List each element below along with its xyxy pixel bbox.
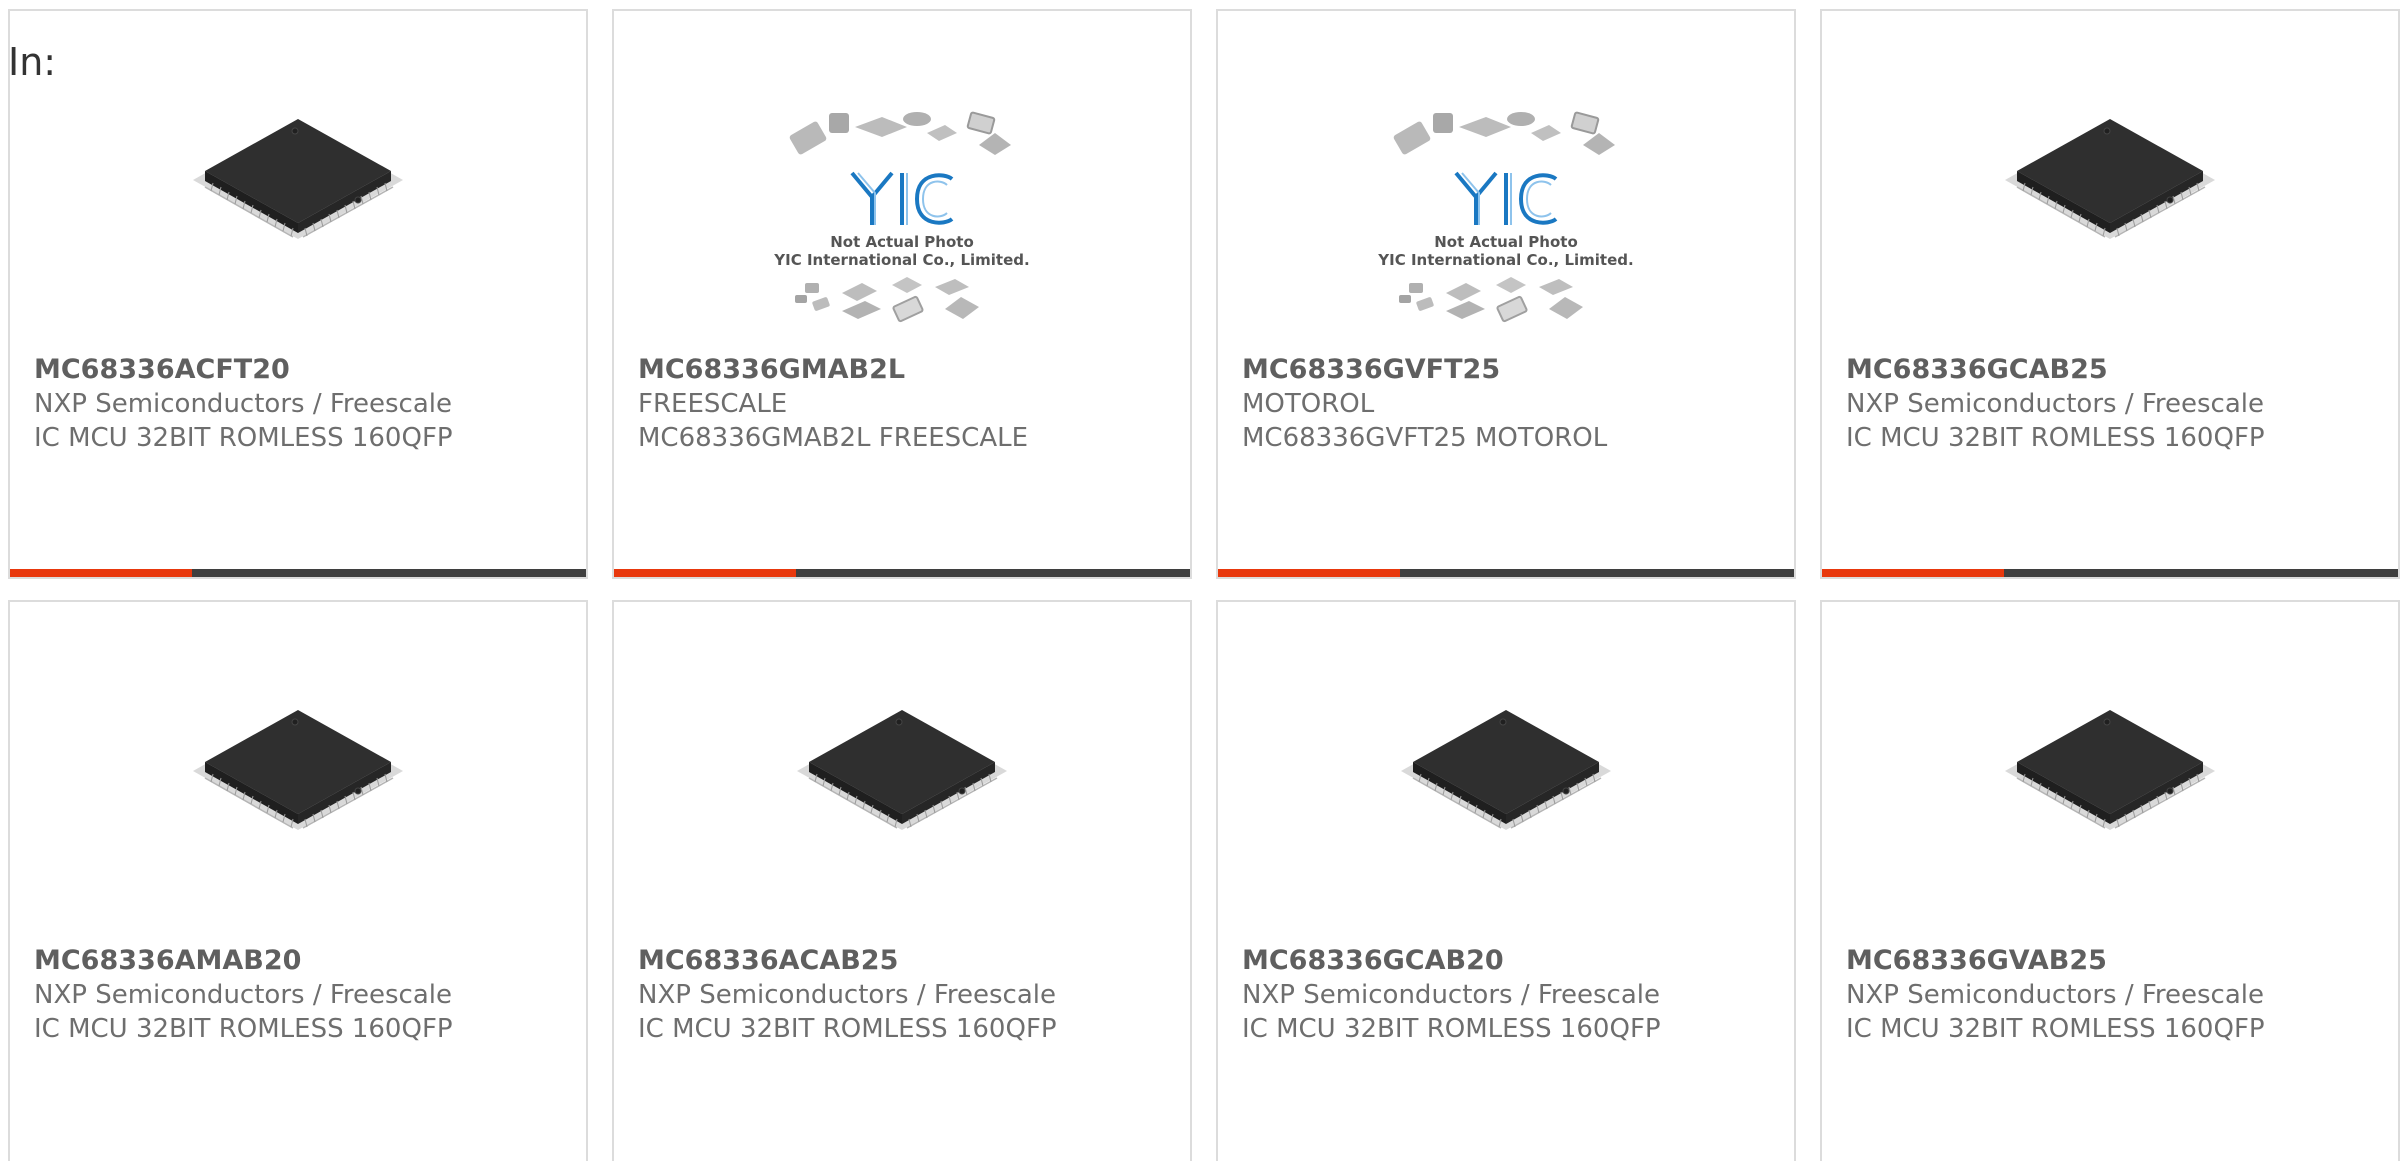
description-label: IC MCU 32BIT ROMLESS 160QFP <box>1242 1014 1661 1044</box>
chip-image[interactable] <box>1965 666 2255 926</box>
part-number-link[interactable]: MC68336GVAB25 <box>1846 944 2388 978</box>
card-bottom-bar <box>1822 569 2398 577</box>
chip-image[interactable] <box>1361 666 1651 926</box>
placeholder-image[interactable]: Not Actual Photo YIC International Co., … <box>1361 75 1651 335</box>
chip-image[interactable] <box>757 666 1047 926</box>
part-number-link[interactable]: MC68336GMAB2L <box>638 353 1180 387</box>
product-card[interactable]: MC68336GVAB25 NXP Semiconductors / Frees… <box>1820 600 2400 1161</box>
placeholder-line2: YIC International Co., Limited. <box>1377 251 1633 269</box>
part-number-link[interactable]: MC68336GCAB25 <box>1846 353 2388 387</box>
product-grid-page: In: MC68336ACFT20 NXP Semiconductors / F… <box>0 0 2400 1161</box>
accent-bar <box>1822 569 2004 577</box>
chip-image[interactable] <box>153 75 443 335</box>
card-bottom-bar <box>1218 569 1794 577</box>
product-card[interactable]: MC68336ACAB25 NXP Semiconductors / Frees… <box>612 600 1192 1161</box>
card-bottom-bar <box>614 569 1190 577</box>
description-label: IC MCU 32BIT ROMLESS 160QFP <box>1846 423 2265 453</box>
product-card[interactable]: MC68336GCAB20 NXP Semiconductors / Frees… <box>1216 600 1796 1161</box>
product-card[interactable]: MC68336AMAB20 NXP Semiconductors / Frees… <box>8 600 588 1161</box>
placeholder-line1: Not Actual Photo <box>830 233 974 251</box>
part-number-link[interactable]: MC68336GVFT25 <box>1242 353 1784 387</box>
placeholder-line2: YIC International Co., Limited. <box>773 251 1029 269</box>
manufacturer-label: NXP Semiconductors / Freescale <box>34 980 453 1010</box>
manufacturer-label: NXP Semiconductors / Freescale <box>1242 980 1661 1010</box>
card-bottom-bar <box>10 569 586 577</box>
product-grid: MC68336ACFT20 NXP Semiconductors / Frees… <box>0 0 2400 1161</box>
part-number-link[interactable]: MC68336AMAB20 <box>34 944 576 978</box>
placeholder-image[interactable]: Not Actual Photo YIC International Co., … <box>757 75 1047 335</box>
part-number-link[interactable]: MC68336ACFT20 <box>34 353 576 387</box>
accent-bar <box>1218 569 1400 577</box>
product-card[interactable]: Not Actual Photo YIC International Co., … <box>1216 9 1796 579</box>
in-label: In: <box>8 40 57 84</box>
description-label: IC MCU 32BIT ROMLESS 160QFP <box>638 1014 1057 1044</box>
chip-image[interactable] <box>1965 75 2255 335</box>
product-card[interactable]: MC68336ACFT20 NXP Semiconductors / Frees… <box>8 9 588 579</box>
manufacturer-label: FREESCALE <box>638 389 788 419</box>
product-card[interactable]: Not Actual Photo YIC International Co., … <box>612 9 1192 579</box>
placeholder-line1: Not Actual Photo <box>1434 233 1578 251</box>
manufacturer-label: NXP Semiconductors / Freescale <box>638 980 1057 1010</box>
part-number-link[interactable]: MC68336GCAB20 <box>1242 944 1784 978</box>
description-label: IC MCU 32BIT ROMLESS 160QFP <box>34 1014 453 1044</box>
manufacturer-label: NXP Semiconductors / Freescale <box>1846 389 2265 419</box>
description-label: IC MCU 32BIT ROMLESS 160QFP <box>34 423 453 453</box>
description-label: IC MCU 32BIT ROMLESS 160QFP <box>1846 1014 2265 1044</box>
description-label: MC68336GVFT25 MOTOROL <box>1242 423 1608 453</box>
manufacturer-label: NXP Semiconductors / Freescale <box>1846 980 2265 1010</box>
chip-image[interactable] <box>153 666 443 926</box>
part-number-link[interactable]: MC68336ACAB25 <box>638 944 1180 978</box>
manufacturer-label: NXP Semiconductors / Freescale <box>34 389 453 419</box>
product-card[interactable]: MC68336GCAB25 NXP Semiconductors / Frees… <box>1820 9 2400 579</box>
manufacturer-label: MOTOROL <box>1242 389 1375 419</box>
accent-bar <box>10 569 192 577</box>
accent-bar <box>614 569 796 577</box>
description-label: MC68336GMAB2L FREESCALE <box>638 423 1029 453</box>
